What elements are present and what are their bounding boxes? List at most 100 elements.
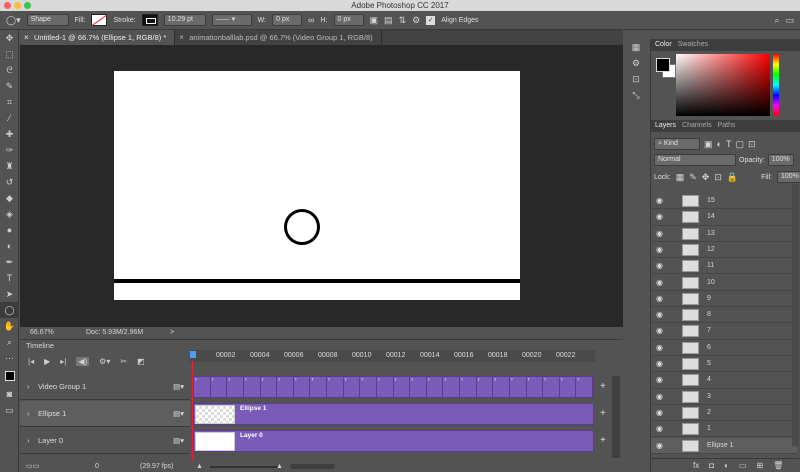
layer-row[interactable]: ◉ 7 <box>651 323 797 340</box>
hue-slider[interactable] <box>773 54 779 116</box>
clone-stamp-tool-icon[interactable]: ♜ <box>0 158 19 174</box>
height-field[interactable]: 0 px <box>333 14 364 26</box>
link-icon[interactable]: ∞ <box>308 15 314 25</box>
layers-scrollbar[interactable] <box>792 184 799 446</box>
pen-tool-icon[interactable]: ✒ <box>0 254 19 270</box>
window-controls[interactable] <box>4 2 31 9</box>
gear-icon[interactable]: ⚙ <box>412 15 420 25</box>
smart-object-filter-icon[interactable]: ⊡ <box>748 139 756 149</box>
properties-panel-icon[interactable]: ⚙ <box>624 55 648 71</box>
path-alignment-icon[interactable]: ▤ <box>384 15 393 25</box>
chevron-right-icon[interactable]: › <box>27 401 30 427</box>
layer-row[interactable]: ◉ 14 <box>651 209 797 226</box>
lasso-tool-icon[interactable]: ᘓ <box>0 62 19 78</box>
frame-cell[interactable]: › <box>211 377 228 397</box>
lock-transparency-icon[interactable]: ▦ <box>676 172 685 182</box>
adjustments-panel-icon[interactable]: ⊡ <box>624 71 648 87</box>
eye-icon[interactable]: ◉ <box>656 258 663 274</box>
timeline-scrollbar[interactable] <box>612 376 620 458</box>
kind-filter-select[interactable]: ⌕ Kind <box>654 138 700 150</box>
history-panel-icon[interactable]: ▦ <box>624 39 648 55</box>
zoom-slider[interactable] <box>210 466 278 468</box>
layer-row[interactable]: ◉ 2 <box>651 405 797 422</box>
brush-tool-icon[interactable]: ✑ <box>0 142 19 158</box>
film-icon[interactable]: ▤▾ <box>173 428 184 454</box>
frame-cell[interactable]: › <box>310 377 327 397</box>
lock-position-icon[interactable]: ✥ <box>702 172 710 182</box>
frame-cell[interactable]: › <box>244 377 261 397</box>
adjustment-layer-icon[interactable]: ◐ <box>724 461 729 470</box>
frame-cell[interactable]: › <box>543 377 560 397</box>
add-media-icon[interactable]: + <box>600 381 606 392</box>
type-filter-icon[interactable]: T <box>726 139 732 149</box>
layer-row[interactable]: ◉ 5 <box>651 356 797 373</box>
eye-icon[interactable]: ◉ <box>656 405 663 421</box>
film-icon[interactable]: ▤▾ <box>173 401 184 427</box>
frame-cell[interactable]: › <box>227 377 244 397</box>
eraser-tool-icon[interactable]: ◆ <box>0 190 19 206</box>
tab-layers[interactable]: Layers <box>655 120 676 132</box>
new-layer-icon[interactable]: ⊞ <box>756 461 763 470</box>
close-window-button[interactable] <box>4 2 11 9</box>
frame-cell[interactable]: › <box>527 377 544 397</box>
stroke-swatch[interactable] <box>141 14 158 26</box>
timeline-ruler[interactable]: 00002 00004 00006 00008 00010 00012 00014 00016… <box>190 350 595 362</box>
frame-cell[interactable]: › <box>294 377 311 397</box>
fill-field[interactable]: 100% <box>777 171 800 183</box>
playhead-handle[interactable] <box>190 351 196 358</box>
stroke-type-select[interactable]: —— ▾ <box>211 14 252 26</box>
layer-row[interactable]: ◉ 11 <box>651 258 797 275</box>
workspace-icon[interactable]: ▭ <box>786 15 795 25</box>
layer-row[interactable]: ◉ 12 <box>651 242 797 259</box>
quick-mask-icon[interactable]: ◙ <box>0 386 19 402</box>
frame-cell[interactable]: › <box>327 377 344 397</box>
track-label[interactable]: › Ellipse 1 ▤▾ <box>20 401 190 427</box>
blur-tool-icon[interactable]: ● <box>0 222 19 238</box>
frame-cell[interactable]: › <box>560 377 577 397</box>
zoom-in-icon[interactable]: ▲ <box>276 461 283 472</box>
tab-untitled-1[interactable]: × Untitled-1 @ 66.7% (Ellipse 1, RGB/8) … <box>20 30 176 45</box>
eye-icon[interactable]: ◉ <box>656 209 663 225</box>
type-tool-icon[interactable]: T <box>0 270 19 286</box>
zoom-level[interactable]: 66.67% <box>30 327 54 339</box>
first-frame-icon[interactable]: |◂ <box>28 357 34 366</box>
fx-icon[interactable]: fx <box>693 461 699 470</box>
more-tools-icon[interactable]: ··· <box>0 350 19 366</box>
foreground-color-swatch[interactable] <box>656 58 670 72</box>
width-field[interactable]: 0 px <box>272 14 303 26</box>
frame-cell[interactable]: › <box>477 377 494 397</box>
frame-cell[interactable]: › <box>576 377 593 397</box>
add-media-icon[interactable]: + <box>600 408 606 419</box>
foreground-background-swatch[interactable] <box>0 366 19 386</box>
status-menu-arrow[interactable]: > <box>170 327 174 339</box>
stroke-width-field[interactable]: 10.29 pt <box>163 14 206 26</box>
opacity-field[interactable]: 100% <box>767 154 794 166</box>
eye-icon[interactable]: ◉ <box>656 291 663 307</box>
track-label[interactable]: › Layer 0 ▤▾ <box>20 428 190 454</box>
pixel-filter-icon[interactable]: ▣ <box>704 139 713 149</box>
render-icon[interactable]: ▭▭ <box>26 461 39 472</box>
eye-icon[interactable]: ◉ <box>656 340 663 356</box>
ellipse-tool-icon[interactable]: ◯▾ <box>6 15 21 25</box>
eye-icon[interactable]: ◉ <box>656 389 663 405</box>
timeline-title[interactable]: Timeline <box>20 341 54 350</box>
add-mask-icon[interactable]: ◘ <box>709 461 714 470</box>
ellipse-shape[interactable] <box>284 209 320 245</box>
search-icon[interactable]: ⌕ <box>775 15 780 25</box>
film-icon[interactable]: ▤▾ <box>173 374 184 400</box>
path-operations-icon[interactable]: ▣ <box>370 15 379 25</box>
eye-icon[interactable]: ◉ <box>656 421 663 437</box>
tab-channels[interactable]: Channels <box>682 120 712 132</box>
healing-brush-tool-icon[interactable]: ✚ <box>0 126 19 142</box>
close-tab-icon[interactable]: × <box>179 30 184 45</box>
zoom-window-button[interactable] <box>24 2 31 9</box>
frame-cell[interactable]: › <box>443 377 460 397</box>
frame-cell[interactable]: › <box>277 377 294 397</box>
layer-row[interactable]: ◉ Ellipse 1 <box>651 437 797 454</box>
lock-all-icon[interactable]: 🔒 <box>727 172 738 182</box>
frame-cell[interactable]: › <box>410 377 427 397</box>
crop-tool-icon[interactable]: ⌗ <box>0 94 19 110</box>
align-edges-checkbox[interactable]: ✓ <box>426 15 436 25</box>
paint-bucket-tool-icon[interactable]: ◈ <box>0 206 19 222</box>
lock-pixels-icon[interactable]: ✎ <box>689 172 697 182</box>
